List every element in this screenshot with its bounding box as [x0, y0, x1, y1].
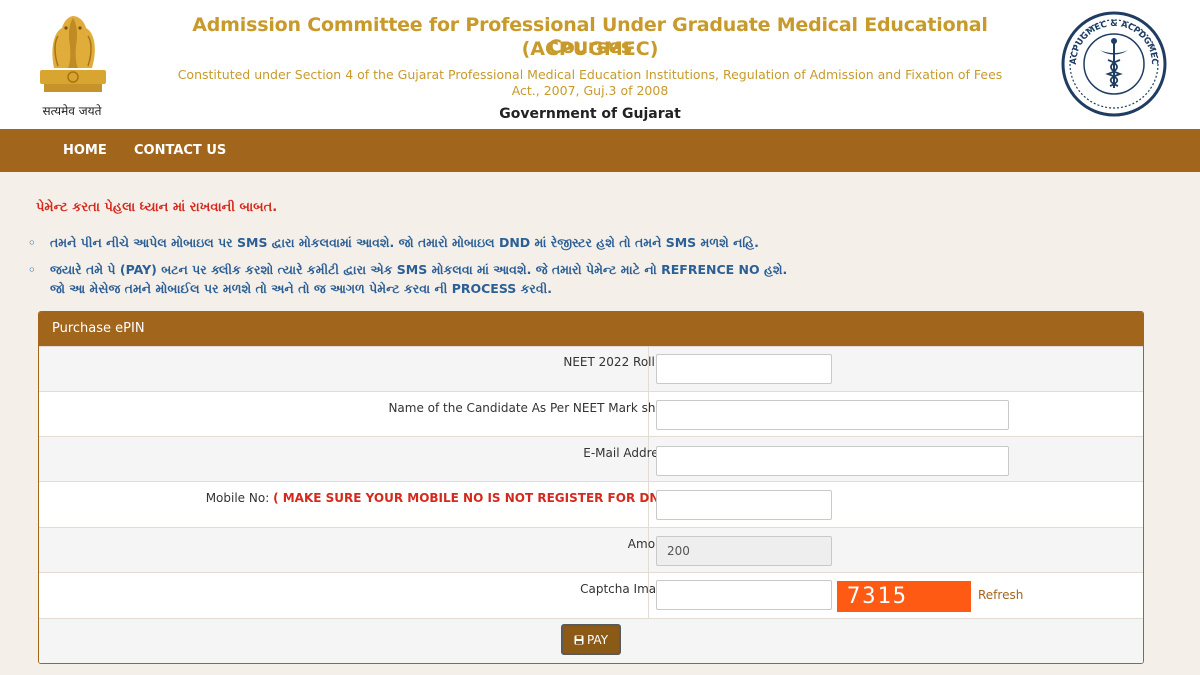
- candidate-name-input[interactable]: [656, 400, 1009, 430]
- notice-item: જયારે તમે પે (PAY) બટન પર ક્લીક કરશો ત્ય…: [50, 262, 788, 277]
- form-row-captcha: Captcha Image : 7315 Refresh: [39, 572, 1143, 618]
- form-row-email: E-Mail Address :: [39, 436, 1143, 481]
- government-label: Government of Gujarat: [499, 106, 681, 122]
- form-row-amount: Amount:: [39, 527, 1143, 572]
- notice-heading: પેમેન્ટ કરતા પેહલા ધ્યાન માં રાખવાની બાબ…: [36, 200, 278, 215]
- panel-heading: Purchase ePIN: [39, 312, 1143, 346]
- bullet-icon: ◦: [28, 263, 36, 277]
- mobile-label-group: Mobile No: ( MAKE SURE YOUR MOBILE NO IS…: [206, 491, 679, 505]
- save-icon: [574, 635, 584, 644]
- page-title-acronym: (ACPUGMEC): [521, 38, 659, 60]
- form-row-name: Name of the Candidate As Per NEET Mark s…: [39, 391, 1143, 436]
- form-row-roll: NEET 2022 Roll No:: [39, 346, 1143, 391]
- page-subtitle: Constituted under Section 4 of the Gujar…: [136, 67, 1044, 99]
- email-input[interactable]: [656, 446, 1009, 476]
- column-divider: [648, 347, 649, 391]
- bullet-icon: ◦: [28, 236, 36, 250]
- emblem-motto: सत्यमेव जयते: [42, 104, 102, 118]
- site-header: सत्यमेव जयते Admission Committee for Pro…: [0, 0, 1200, 129]
- notice-item: તમને પીન નીચે આપેલ મોબાઇલ પર SMS દ્વારા …: [50, 235, 759, 250]
- mobile-label: Mobile No:: [205, 491, 270, 505]
- roll-no-input[interactable]: [656, 354, 832, 384]
- form-row-mobile: Mobile No: ( MAKE SURE YOUR MOBILE NO IS…: [39, 481, 1143, 527]
- candidate-name-label: Name of the Candidate As Per NEET Mark s…: [388, 401, 679, 415]
- nav-home-link[interactable]: HOME: [63, 129, 107, 172]
- subtitle-line: Constituted under Section 4 of the Gujar…: [177, 67, 1003, 82]
- captcha-input[interactable]: [656, 580, 832, 610]
- nav-contact-us-link[interactable]: CONTACT US: [134, 129, 226, 172]
- notice-item-continued: જો આ મેસેજ તમને મોબાઈલ પર મળશે તો અને તો…: [50, 281, 553, 296]
- captcha-image: 7315: [837, 581, 971, 612]
- pay-button-label: PAY: [586, 632, 609, 647]
- purchase-epin-panel: Purchase ePIN NEET 2022 Roll No: Name of…: [38, 311, 1144, 664]
- acpugmec-seal-icon: ACPUGMEC & ACPDGMEC: [1061, 11, 1167, 117]
- dnd-warning: ( MAKE SURE YOUR MOBILE NO IS NOT REGIST…: [273, 491, 679, 505]
- mobile-input[interactable]: [656, 490, 832, 520]
- captcha-refresh-link[interactable]: Refresh: [978, 588, 1023, 602]
- subtitle-line: Act., 2007, Guj.3 of 2008: [511, 83, 669, 98]
- form-row-submit: PAY: [39, 618, 1143, 663]
- amount-input: [656, 536, 832, 566]
- main-nav: HOME CONTACT US: [0, 129, 1200, 172]
- pay-button[interactable]: PAY: [561, 624, 621, 655]
